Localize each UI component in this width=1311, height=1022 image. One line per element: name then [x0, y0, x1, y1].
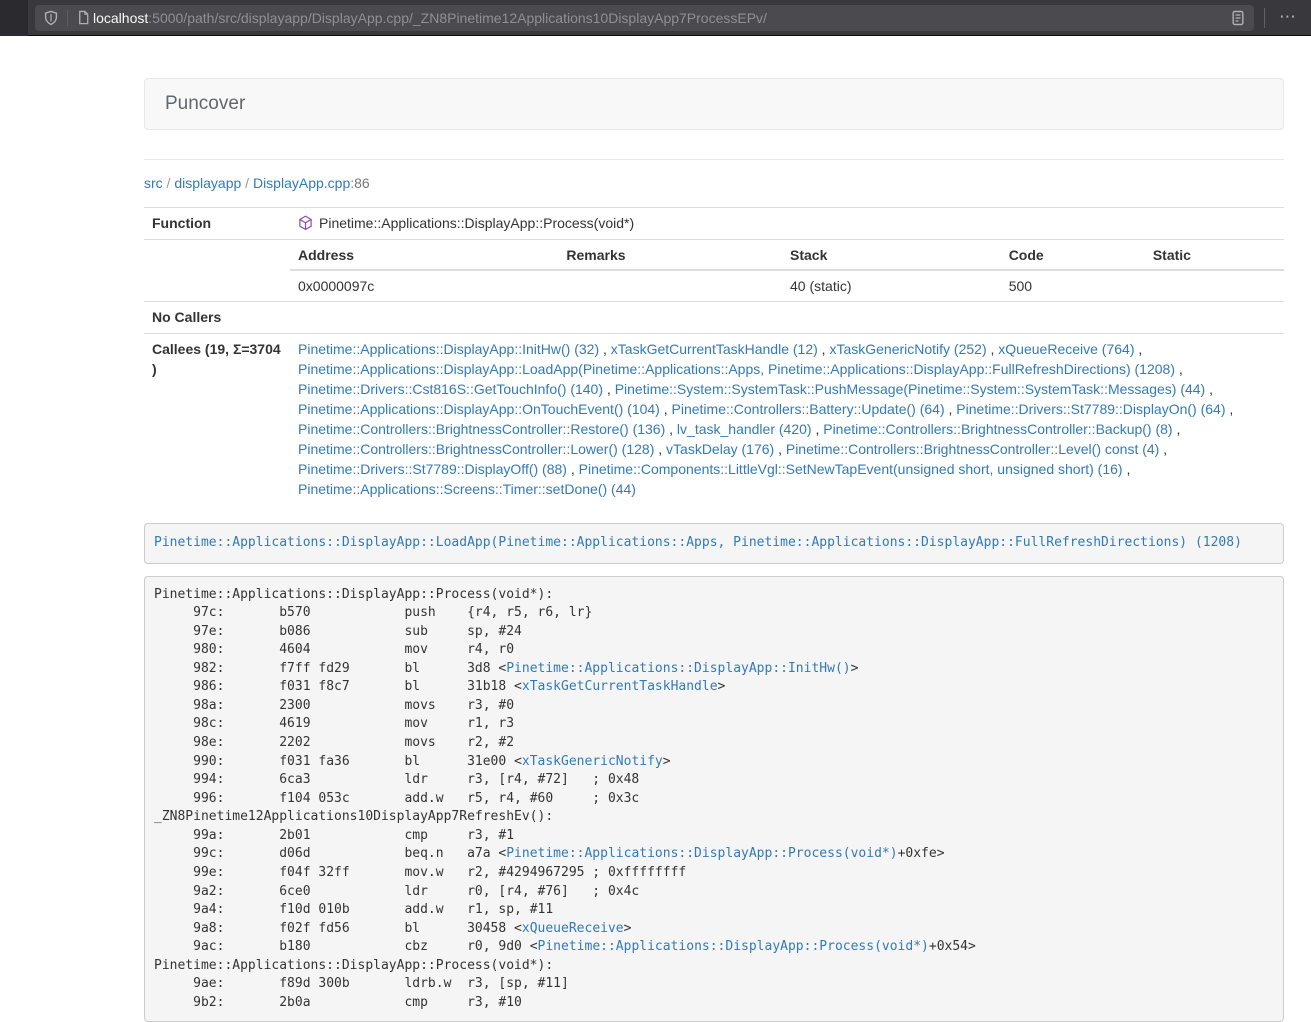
- page-container: Puncover src / displayapp / DisplayApp.c…: [144, 36, 1284, 1022]
- urlbar-divider: [67, 10, 68, 26]
- callee-link[interactable]: Pinetime::Applications::DisplayApp::Init…: [298, 341, 599, 357]
- callee-link[interactable]: vTaskDelay (176): [666, 441, 774, 457]
- stats-table: Address Remarks Stack Code Static 0x0000…: [290, 240, 1284, 301]
- col-code: Code: [1001, 240, 1145, 270]
- browser-toolbar: localhost:5000/path/src/displayapp/Displ…: [0, 0, 1311, 36]
- remarks-value: [558, 270, 782, 301]
- code-symbol-link[interactable]: xTaskGetCurrentTaskHandle: [522, 679, 718, 694]
- table-row: 0x0000097c 40 (static) 500: [290, 270, 1284, 301]
- callee-link[interactable]: Pinetime::Applications::Screens::Timer::…: [298, 481, 636, 497]
- callee-link[interactable]: Pinetime::Controllers::BrightnessControl…: [298, 421, 665, 437]
- callee-link[interactable]: lv_task_handler (420): [677, 421, 812, 437]
- callee-link[interactable]: Pinetime::Applications::DisplayApp::OnTo…: [298, 401, 660, 417]
- overflow-menu-icon[interactable]: ⋯: [1275, 9, 1301, 26]
- callees-label: Callees (19, Σ=3704 ): [144, 334, 290, 506]
- stack-value: 40 (static): [782, 270, 1001, 301]
- divider: [144, 159, 1284, 160]
- breadcrumb-separator: /: [241, 175, 253, 191]
- breadcrumb-line-number: :86: [350, 175, 369, 191]
- callee-link[interactable]: xQueueReceive (764): [998, 341, 1134, 357]
- code-symbol-link[interactable]: Pinetime::Applications::DisplayApp::Init…: [506, 661, 850, 676]
- col-stack: Stack: [782, 240, 1001, 270]
- address-value: 0x0000097c: [290, 270, 558, 301]
- callee-link[interactable]: Pinetime::Drivers::St7789::DisplayOn() (…: [956, 401, 1225, 417]
- highlighted-callee-link[interactable]: Pinetime::Applications::DisplayApp::Load…: [154, 535, 1242, 550]
- callee-link[interactable]: xTaskGenericNotify (252): [829, 341, 986, 357]
- col-remarks: Remarks: [558, 240, 782, 270]
- col-static: Static: [1145, 240, 1284, 270]
- brand-link[interactable]: Puncover: [165, 93, 245, 115]
- toolbar-divider: [1264, 8, 1265, 28]
- static-value: [1145, 270, 1284, 301]
- page-icon: [76, 10, 91, 25]
- callee-link[interactable]: Pinetime::System::SystemTask::PushMessag…: [615, 381, 1206, 397]
- shield-icon[interactable]: [43, 10, 59, 26]
- reader-view-icon[interactable]: [1230, 10, 1246, 26]
- callee-link[interactable]: Pinetime::Components::LittleVgl::SetNewT…: [579, 461, 1123, 477]
- cube-icon: [298, 215, 313, 231]
- url-host: localhost: [93, 10, 148, 26]
- callee-link[interactable]: Pinetime::Applications::DisplayApp::Load…: [298, 361, 1175, 377]
- code-symbol-link[interactable]: Pinetime::Applications::DisplayApp::Proc…: [506, 846, 897, 861]
- url-path: :5000/path/src/displayapp/DisplayApp.cpp…: [148, 10, 767, 26]
- symbol-table: Function Pinetime::Applications::Display…: [144, 207, 1284, 505]
- callees-list: Pinetime::Applications::DisplayApp::Init…: [290, 334, 1284, 506]
- callee-link[interactable]: xTaskGetCurrentTaskHandle (12): [611, 341, 818, 357]
- callee-link[interactable]: Pinetime::Controllers::BrightnessControl…: [298, 441, 654, 457]
- code-symbol-link[interactable]: xQueueReceive: [522, 921, 624, 936]
- window-edge: [0, 0, 28, 36]
- function-row: Function Pinetime::Applications::Display…: [144, 208, 1284, 240]
- stats-row: Address Remarks Stack Code Static 0x0000…: [144, 240, 1284, 302]
- no-callers-label: No Callers: [144, 302, 290, 334]
- callee-link[interactable]: Pinetime::Drivers::St7789::DisplayOff() …: [298, 461, 567, 477]
- url-text: localhost:5000/path/src/displayapp/Displ…: [93, 10, 1230, 26]
- breadcrumb-link[interactable]: displayapp: [174, 175, 241, 191]
- disassembly-block: Pinetime::Applications::DisplayApp::Proc…: [144, 576, 1284, 1022]
- breadcrumb: src / displayapp / DisplayApp.cpp:86: [144, 173, 1284, 193]
- breadcrumb-separator: /: [163, 175, 175, 191]
- breadcrumb-link[interactable]: DisplayApp.cpp: [253, 175, 350, 191]
- callee-link[interactable]: Pinetime::Controllers::BrightnessControl…: [786, 441, 1159, 457]
- no-callers-row: No Callers: [144, 302, 1284, 334]
- callee-link[interactable]: Pinetime::Controllers::BrightnessControl…: [823, 421, 1172, 437]
- selected-callee-box: Pinetime::Applications::DisplayApp::Load…: [144, 523, 1284, 564]
- navbar: Puncover: [144, 78, 1284, 130]
- code-symbol-link[interactable]: xTaskGenericNotify: [522, 754, 663, 769]
- code-symbol-link[interactable]: Pinetime::Applications::DisplayApp::Proc…: [538, 939, 929, 954]
- function-label: Function: [144, 208, 290, 240]
- callee-link[interactable]: Pinetime::Controllers::Battery::Update()…: [672, 401, 945, 417]
- callees-row: Callees (19, Σ=3704 ) Pinetime::Applicat…: [144, 334, 1284, 506]
- callee-link[interactable]: Pinetime::Drivers::Cst816S::GetTouchInfo…: [298, 381, 603, 397]
- code-size-value: 500: [1001, 270, 1145, 301]
- col-address: Address: [290, 240, 558, 270]
- function-name: Pinetime::Applications::DisplayApp::Proc…: [319, 213, 634, 233]
- breadcrumb-link[interactable]: src: [144, 175, 163, 191]
- url-bar[interactable]: localhost:5000/path/src/displayapp/Displ…: [35, 5, 1254, 31]
